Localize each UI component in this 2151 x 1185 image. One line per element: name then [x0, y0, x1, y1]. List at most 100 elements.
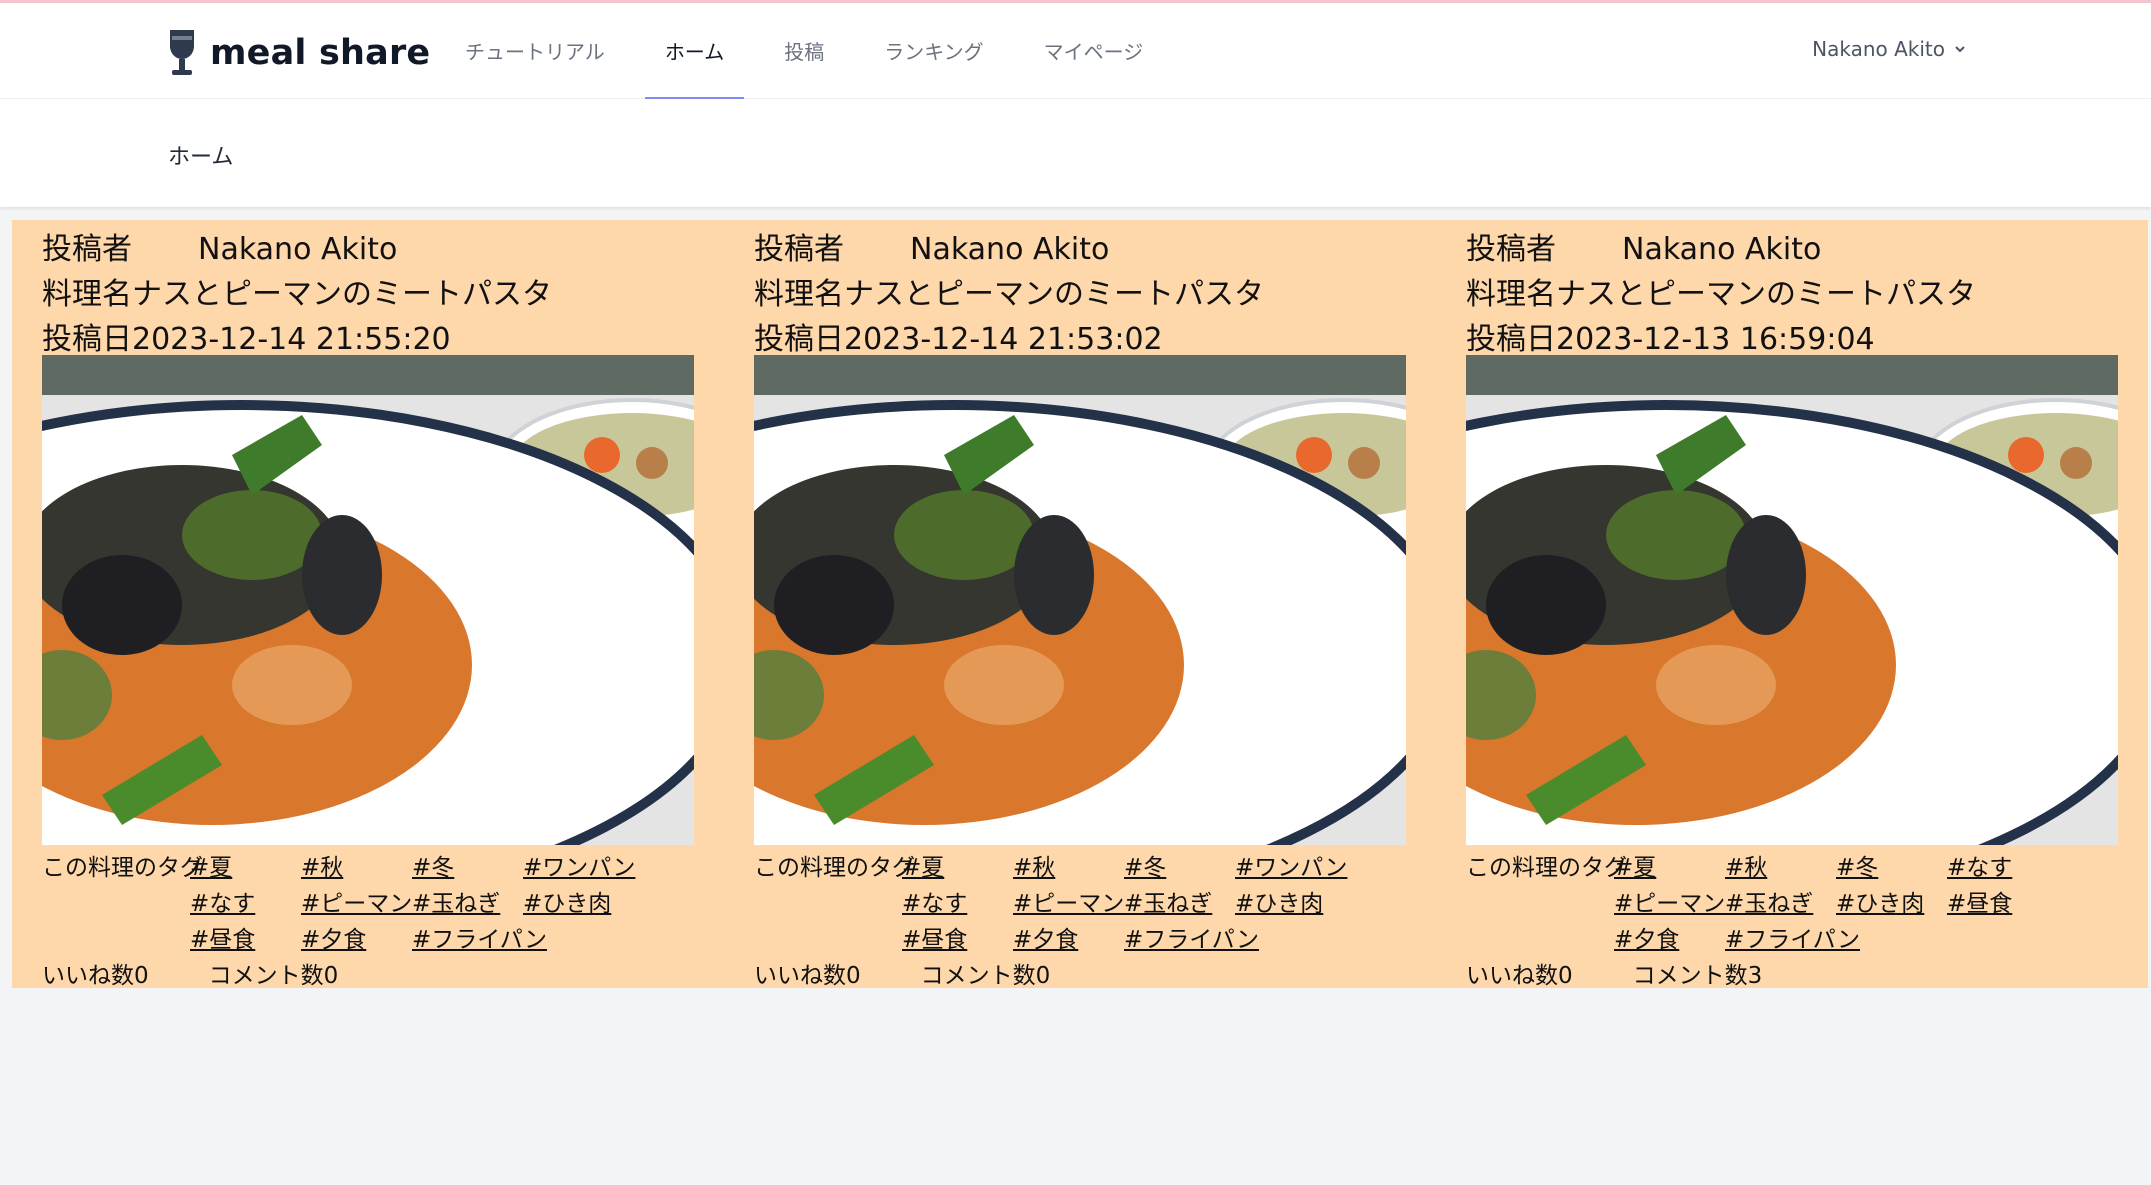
- tags-label: この料理のタグ: [42, 855, 203, 881]
- tag-link[interactable]: #ひき肉: [1235, 884, 1346, 920]
- tag-link[interactable]: #なす: [902, 884, 1013, 920]
- nav-tutorial[interactable]: チュートリアル: [445, 3, 625, 100]
- tag-link[interactable]: #フライパン: [1124, 920, 1259, 956]
- likes-label: いいね数: [1466, 963, 1558, 989]
- comments-value: 0: [1035, 963, 1051, 989]
- author-label: 投稿者: [1466, 232, 1556, 267]
- tag-link[interactable]: #夕食: [301, 920, 412, 956]
- nav-mypage[interactable]: マイページ: [1024, 3, 1164, 100]
- tag-link[interactable]: #フライパン: [412, 920, 547, 956]
- tag-link[interactable]: #玉ねぎ: [1725, 884, 1836, 920]
- tag-link[interactable]: #ひき肉: [1836, 884, 1947, 920]
- likes-value: 0: [1558, 963, 1573, 989]
- post-date: 2023-12-13 16:59:04: [1556, 322, 1875, 357]
- likes-label: いいね数: [754, 963, 846, 989]
- dish-label: 料理名: [42, 277, 132, 312]
- post-card: 投稿者 Nakano Akito 料理名ナスとピーマンのミートパスタ 投稿日202…: [724, 220, 1406, 990]
- post-author-row: 投稿者 Nakano Akito: [42, 224, 397, 268]
- author-label: 投稿者: [754, 232, 844, 267]
- post-stats: いいね数0 コメント数0: [42, 956, 338, 990]
- tag-link[interactable]: #ピーマン: [1013, 884, 1124, 920]
- tag-link[interactable]: #昼食: [190, 920, 301, 956]
- post-card: 投稿者 Nakano Akito 料理名ナスとピーマンのミートパスタ 投稿日202…: [12, 220, 694, 990]
- user-menu-dropdown[interactable]: Nakano Akito: [1812, 37, 1967, 61]
- comments-value: 3: [1747, 963, 1763, 989]
- page-header: ホーム: [0, 99, 2151, 207]
- dish-label: 料理名: [754, 277, 844, 312]
- nav-post[interactable]: 投稿: [764, 3, 844, 100]
- tag-list: #夏 #秋 #冬 #ワンパン #なす #ピーマン #玉ねぎ #ひき肉 #昼食 #…: [190, 848, 635, 956]
- dish-label: 料理名: [1466, 277, 1556, 312]
- wine-glass-icon: [170, 30, 194, 75]
- user-name: Nakano Akito: [1812, 37, 1945, 61]
- like-count: いいね数0: [754, 956, 861, 990]
- post-author: Nakano Akito: [1622, 232, 1822, 267]
- tag-link[interactable]: #冬: [412, 848, 523, 884]
- food-photo: [42, 355, 694, 845]
- post-author: Nakano Akito: [910, 232, 1110, 267]
- post-author-row: 投稿者 Nakano Akito: [754, 224, 1109, 268]
- likes-label: いいね数: [42, 963, 134, 989]
- post-date-row: 投稿日2023-12-14 21:55:20: [42, 314, 451, 358]
- comments-label: コメント数: [920, 963, 1036, 989]
- like-count: いいね数0: [42, 956, 149, 990]
- post-feed: 投稿者 Nakano Akito 料理名ナスとピーマンのミートパスタ 投稿日202…: [12, 220, 2148, 990]
- app-name: meal share: [210, 33, 431, 73]
- post-date-row: 投稿日2023-12-13 16:59:04: [1466, 314, 1875, 358]
- post-author-row: 投稿者 Nakano Akito: [1466, 224, 1821, 268]
- post-stats: いいね数0 コメント数0: [754, 956, 1050, 990]
- tags-label: この料理のタグ: [754, 855, 915, 881]
- date-label: 投稿日: [42, 322, 132, 357]
- tag-link[interactable]: #秋: [1013, 848, 1124, 884]
- post-photo[interactable]: [1466, 355, 2118, 845]
- tag-link[interactable]: #フライパン: [1725, 920, 1860, 956]
- tag-link[interactable]: #ひき肉: [523, 884, 634, 920]
- tag-link[interactable]: #夏: [902, 848, 1013, 884]
- comment-count: コメント数0: [921, 956, 1051, 990]
- post-stats: いいね数0 コメント数3: [1466, 956, 1762, 990]
- tag-link[interactable]: #夕食: [1013, 920, 1124, 956]
- tag-link[interactable]: #なす: [1947, 848, 2058, 884]
- tag-link[interactable]: #ピーマン: [301, 884, 412, 920]
- tag-link[interactable]: #夕食: [1614, 920, 1725, 956]
- tag-link[interactable]: #夏: [1614, 848, 1725, 884]
- tag-link[interactable]: #昼食: [902, 920, 1013, 956]
- comment-count: コメント数3: [1633, 956, 1763, 990]
- tag-link[interactable]: #ワンパン: [1235, 848, 1347, 884]
- page-title: ホーム: [168, 145, 234, 170]
- nav-ranking[interactable]: ランキング: [864, 3, 1003, 100]
- comments-label: コメント数: [1632, 963, 1748, 989]
- date-label: 投稿日: [1466, 322, 1556, 357]
- like-count: いいね数0: [1466, 956, 1573, 990]
- tag-link[interactable]: #なす: [190, 884, 301, 920]
- post-dish-row: 料理名ナスとピーマンのミートパスタ: [754, 269, 1264, 313]
- chevron-down-icon: [1955, 46, 1965, 53]
- nav-home[interactable]: ホーム: [644, 3, 745, 100]
- tag-link[interactable]: #秋: [301, 848, 412, 884]
- comments-label: コメント数: [208, 963, 324, 989]
- app-logo[interactable]: meal share: [166, 27, 430, 79]
- tag-link[interactable]: #玉ねぎ: [412, 884, 523, 920]
- tag-link[interactable]: #秋: [1725, 848, 1836, 884]
- tag-list: #夏 #秋 #冬 #なす #ピーマン #玉ねぎ #ひき肉 #昼食 #夕食 #フラ…: [1614, 848, 2058, 956]
- main-nav: チュートリアル ホーム 投稿 ランキング マイページ: [445, 3, 1183, 102]
- tag-link[interactable]: #玉ねぎ: [1124, 884, 1235, 920]
- post-photo[interactable]: [754, 355, 1406, 845]
- comment-count: コメント数0: [209, 956, 339, 990]
- tag-link[interactable]: #夏: [190, 848, 301, 884]
- post-photo[interactable]: [42, 355, 694, 845]
- tag-link[interactable]: #昼食: [1947, 884, 2058, 920]
- tag-link[interactable]: #冬: [1124, 848, 1235, 884]
- likes-value: 0: [846, 963, 861, 989]
- tag-link[interactable]: #ピーマン: [1614, 884, 1725, 920]
- tag-link[interactable]: #ワンパン: [523, 848, 635, 884]
- post-date-row: 投稿日2023-12-14 21:53:02: [754, 314, 1163, 358]
- date-label: 投稿日: [754, 322, 844, 357]
- post-author: Nakano Akito: [198, 232, 398, 267]
- tag-link[interactable]: #冬: [1836, 848, 1947, 884]
- post-dish-row: 料理名ナスとピーマンのミートパスタ: [1466, 269, 1976, 313]
- post-dish-name: ナスとピーマンのミートパスタ: [844, 277, 1264, 312]
- top-navigation: meal share チュートリアル ホーム 投稿 ランキング マイページ Na…: [0, 0, 2151, 102]
- post-dish-row: 料理名ナスとピーマンのミートパスタ: [42, 269, 552, 313]
- comments-value: 0: [323, 963, 339, 989]
